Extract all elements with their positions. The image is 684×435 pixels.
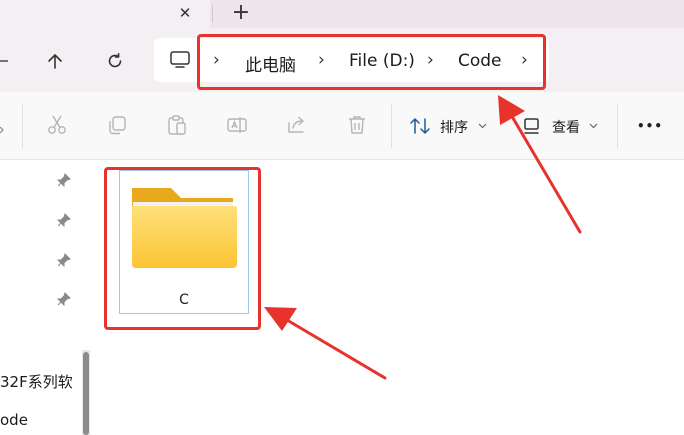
breadcrumb-chevron-icon: › bbox=[213, 50, 220, 70]
cut-icon bbox=[48, 115, 66, 134]
pin-icon[interactable] bbox=[56, 212, 72, 228]
plus-icon: + bbox=[231, 0, 251, 25]
breadcrumb-chevron-icon[interactable]: › bbox=[318, 50, 325, 70]
more-options-button[interactable]: ••• bbox=[632, 114, 668, 138]
sidebar-item-label[interactable]: ode bbox=[0, 411, 80, 429]
breadcrumb-drive-d[interactable]: File (D:) bbox=[349, 51, 415, 71]
more-icon: ••• bbox=[636, 119, 663, 133]
sort-label: 排序 bbox=[440, 120, 468, 136]
pin-icon[interactable] bbox=[56, 252, 72, 268]
cut-button[interactable] bbox=[44, 112, 70, 138]
trash-icon bbox=[349, 116, 365, 134]
breadcrumb-this-pc[interactable]: 此电脑 bbox=[245, 51, 296, 76]
up-button[interactable] bbox=[37, 43, 73, 79]
pin-icon[interactable] bbox=[56, 291, 72, 307]
toolbar-divider bbox=[22, 104, 23, 148]
chevron-down-icon bbox=[478, 123, 487, 129]
view-icon bbox=[524, 118, 539, 134]
copy-button[interactable] bbox=[104, 112, 130, 138]
delete-button[interactable] bbox=[344, 112, 370, 138]
refresh-button[interactable] bbox=[97, 43, 133, 79]
view-button[interactable]: 查看 bbox=[520, 112, 604, 140]
new-tab-button[interactable]: + bbox=[226, 0, 256, 26]
computer-icon bbox=[168, 49, 192, 71]
view-label: 查看 bbox=[552, 120, 580, 136]
sidebar-item-label[interactable]: 32F系列软 bbox=[0, 371, 80, 392]
refresh-icon bbox=[108, 53, 122, 68]
up-arrow-icon bbox=[48, 54, 62, 69]
share-button[interactable] bbox=[284, 112, 310, 138]
pin-icon[interactable] bbox=[56, 172, 72, 188]
paste-icon bbox=[168, 115, 186, 135]
toolbar-divider bbox=[391, 104, 392, 148]
rename-button[interactable] bbox=[224, 112, 250, 138]
copy-icon bbox=[109, 116, 126, 135]
sort-button[interactable]: 排序 bbox=[405, 112, 497, 140]
rename-icon bbox=[227, 117, 247, 133]
sort-icon bbox=[410, 118, 430, 134]
breadcrumb-code[interactable]: Code bbox=[458, 51, 502, 71]
paste-button[interactable] bbox=[164, 112, 190, 138]
forward-arrow-icon bbox=[0, 60, 8, 62]
chevron-down-icon bbox=[589, 123, 598, 129]
chevron-icon bbox=[0, 120, 6, 134]
close-icon: ✕ bbox=[178, 4, 192, 22]
folder-name[interactable]: C bbox=[119, 292, 249, 308]
scrollbar-thumb[interactable] bbox=[83, 352, 89, 435]
folder-icon bbox=[129, 184, 239, 274]
toolbar-divider bbox=[617, 104, 618, 148]
close-tab-button[interactable]: ✕ bbox=[170, 0, 200, 26]
share-icon bbox=[288, 116, 304, 133]
tab-divider bbox=[212, 5, 213, 22]
forward-button[interactable] bbox=[0, 43, 10, 79]
breadcrumb-chevron-icon[interactable]: › bbox=[427, 50, 434, 70]
breadcrumb-chevron-icon[interactable]: › bbox=[521, 50, 528, 70]
